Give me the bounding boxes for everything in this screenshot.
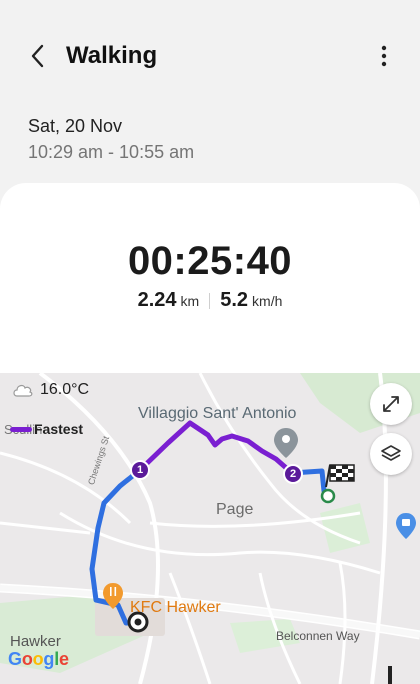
distance-unit: km	[180, 293, 200, 309]
legend-fastest-label: Fastest	[34, 421, 84, 437]
expand-map-button[interactable]	[370, 383, 412, 425]
distance-stat: 2.24 km	[128, 289, 210, 312]
summary-card: 00:25:40 2.24 km 5.2 km/h 16.0°C Fastest…	[0, 183, 420, 684]
expand-icon	[383, 396, 399, 412]
map-legend: Fastest	[10, 421, 83, 437]
stats-row: 2.24 km 5.2 km/h	[0, 289, 420, 312]
map-label-villaggio: Villaggio Sant' Antonio	[138, 405, 297, 422]
speed-stat: 5.2 km/h	[210, 289, 292, 312]
route-map[interactable]: 16.0°C Scullin Fastest Villaggio Sant' A…	[0, 373, 420, 684]
map-layers-button[interactable]	[370, 433, 412, 475]
page-title: Walking	[66, 42, 158, 69]
fastest-swatch	[10, 426, 32, 432]
google-logo: Google	[8, 649, 69, 669]
more-vert-icon	[381, 45, 387, 67]
session-date: Sat, 20 Nov	[28, 116, 123, 136]
temperature: 16.0°C	[40, 381, 90, 398]
map-label-page: Page	[216, 501, 254, 518]
chevron-left-icon	[31, 44, 44, 68]
duration-value: 00:25:40	[127, 239, 293, 283]
map-label-belconnen-way: Belconnen Way	[276, 629, 360, 643]
layers-icon	[381, 445, 401, 461]
speed-unit: km/h	[252, 293, 283, 309]
cloud-icon	[13, 384, 33, 397]
weather-info: 16.0°C	[12, 381, 89, 399]
session-time-range: 10:29 am - 10:55 am	[28, 142, 195, 162]
map-label-kfc: KFC Hawker	[130, 599, 221, 616]
more-options-button[interactable]	[372, 42, 396, 70]
app-bar: Walking	[0, 0, 420, 112]
split-marker-1[interactable]: 1	[130, 460, 150, 480]
split-marker-2[interactable]: 2	[283, 464, 303, 484]
speed-value: 5.2	[220, 289, 249, 311]
map-label-hawker: Hawker	[10, 633, 61, 650]
back-button[interactable]	[22, 40, 54, 72]
distance-value: 2.24	[137, 289, 177, 311]
